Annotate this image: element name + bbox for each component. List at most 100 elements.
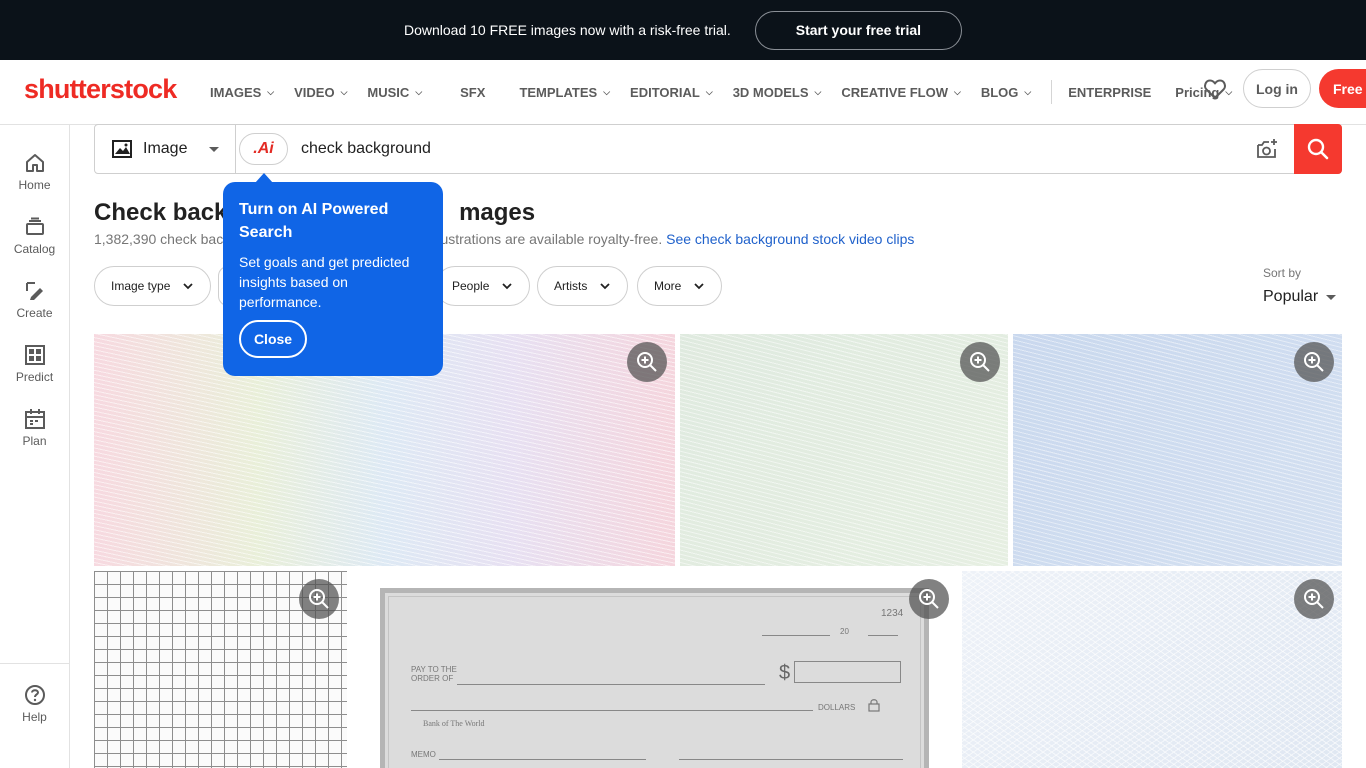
check-amount-box (794, 661, 901, 683)
left-sidebar: Home Catalog Create Predict Plan Help (0, 125, 70, 768)
video-clips-link[interactable]: See check background stock video clips (666, 231, 914, 247)
sidebar-item-predict[interactable]: Predict (0, 344, 69, 400)
sidebar-item-help[interactable]: Help (0, 663, 69, 768)
search-type-label: Image (143, 140, 188, 157)
search-bar: Image .Ai (94, 124, 1342, 174)
nav-enterprise[interactable]: ENTERPRISE (1068, 85, 1151, 100)
main-nav: IMAGES ⌵ VIDEO ⌵ MUSIC ⌵ SFX TEMPLATES ⌵ EDI… (210, 60, 1252, 124)
result-image-blank-check[interactable]: 1234 20 PAY TO THE ORDER OF $ DOLLARS Ba… (352, 571, 957, 768)
check-dollars-label: DOLLARS (818, 703, 856, 712)
nav-editorial[interactable]: EDITORIAL ⌵ (630, 85, 713, 100)
sidebar-item-home[interactable]: Home (0, 152, 69, 208)
search-button[interactable] (1294, 124, 1342, 174)
nav-divider (1051, 80, 1053, 104)
nav-label: IMAGES (210, 84, 262, 100)
check-pay-to-label: PAY TO THE (411, 665, 457, 674)
home-icon (25, 154, 44, 172)
tooltip-body: Set goals and get predicted insights bas… (239, 254, 410, 310)
check-dollar-sign: $ (779, 662, 791, 684)
sort-value: Popular (1263, 288, 1319, 305)
tooltip-close-button[interactable]: Close (239, 320, 307, 358)
filter-label: More (654, 279, 682, 293)
check-payee-line (457, 684, 765, 685)
lock-icon (868, 699, 880, 712)
promo-text: Download 10 FREE images now with a risk-… (403, 22, 731, 38)
camera-search-icon[interactable] (1255, 137, 1279, 161)
filter-label: People (452, 279, 490, 293)
chevron-down-icon: ⌵ (267, 86, 275, 97)
filter-people[interactable]: People (435, 266, 531, 306)
start-free-trial-button[interactable]: Start your free trial (754, 10, 963, 50)
result-image-blue-guilloche[interactable] (1013, 334, 1342, 566)
filter-image-type[interactable]: Image type (94, 266, 212, 306)
nav-label: CREATIVE FLOW (841, 84, 948, 100)
check-amount-words-line (411, 710, 813, 711)
sidebar-item-catalog[interactable]: Catalog (0, 216, 69, 272)
result-image-grid-paper[interactable] (94, 571, 347, 768)
ai-search-toggle[interactable]: .Ai (239, 133, 288, 165)
filter-label: Image type (111, 279, 171, 293)
zoom-button[interactable] (909, 579, 949, 619)
chevron-down-icon: ⌵ (340, 86, 348, 97)
chevron-down-icon: ⌵ (954, 86, 961, 97)
nav-label: SFX (460, 84, 486, 100)
nav-label: MUSIC (367, 84, 410, 100)
zoom-button[interactable] (299, 579, 339, 619)
free-trial-button[interactable]: Free t (1319, 69, 1366, 108)
help-label: Help (22, 710, 47, 724)
filter-more[interactable]: More (637, 266, 723, 306)
zoom-button[interactable] (960, 342, 1000, 382)
sidebar-item-plan[interactable]: Plan (0, 408, 69, 464)
sort-by-label: Sort by (1263, 266, 1302, 280)
nav-sfx[interactable]: SFX (460, 85, 485, 100)
nav-images[interactable]: IMAGES ⌵ (210, 85, 274, 100)
search-input[interactable] (301, 135, 1231, 163)
chevron-down-icon (209, 147, 219, 152)
tooltip-title: Turn on AI Powered Search (239, 201, 389, 241)
nav-label: TEMPLATES (519, 84, 598, 100)
zoom-in-icon (1304, 352, 1324, 372)
zoom-button[interactable] (1294, 342, 1334, 382)
result-image-green-guilloche[interactable] (680, 334, 1008, 566)
nav-blog[interactable]: BLOG ⌵ (981, 85, 1031, 100)
nav-templates[interactable]: TEMPLATES ⌵ (519, 85, 610, 100)
chevron-down-icon: ⌵ (705, 86, 713, 97)
zoom-button[interactable] (1294, 579, 1334, 619)
nav-label: EDITORIAL (630, 84, 700, 100)
zoom-in-icon (919, 589, 939, 609)
title-start: Check backg (94, 199, 243, 226)
nav-label: ENTERPRISE (1068, 84, 1152, 100)
login-button[interactable]: Log in (1243, 69, 1311, 108)
check-illustration: 1234 20 PAY TO THE ORDER OF $ DOLLARS Ba… (380, 588, 929, 768)
check-memo-line (439, 759, 646, 760)
check-date-line (868, 635, 898, 636)
plan-icon (24, 409, 45, 429)
favorites-heart-icon[interactable] (1203, 78, 1227, 100)
sidebar-item-create[interactable]: Create (0, 280, 69, 336)
zoom-button[interactable] (627, 342, 667, 382)
image-type-dropdown[interactable]: Image (95, 125, 236, 173)
nav-video[interactable]: VIDEO ⌵ (294, 85, 347, 100)
sidebar-item-label: Catalog (13, 242, 56, 256)
chevron-down-icon: ⌵ (1024, 86, 1032, 97)
nav-music[interactable]: MUSIC ⌵ (367, 85, 422, 100)
image-icon (112, 140, 132, 158)
nav-creative-flow[interactable]: CREATIVE FLOW ⌵ (841, 85, 960, 100)
filter-artists[interactable]: Artists (537, 266, 629, 306)
nav-label: VIDEO (294, 84, 335, 100)
zoom-in-icon (1304, 589, 1324, 609)
check-date-suffix: 20 (840, 627, 849, 636)
shutterstock-logo[interactable]: shutterstock (24, 74, 177, 105)
results-subtitle: 1,382,390 check bac llustrations are avai… (94, 231, 914, 247)
help-icon (24, 685, 45, 705)
result-image-light-blue-pattern[interactable] (962, 571, 1342, 768)
check-bank-name: Bank of The World (423, 719, 485, 728)
sidebar-item-label: Home (18, 178, 51, 192)
sort-dropdown[interactable]: Popular (1263, 288, 1337, 306)
chevron-down-icon (694, 283, 704, 290)
nav-3d-models[interactable]: 3D MODELS ⌵ (733, 85, 822, 100)
chevron-down-icon (183, 283, 194, 290)
subtitle-text: llustrations are available royalty-free. (434, 231, 663, 247)
result-count: 1,382,390 check bac (94, 231, 224, 247)
check-number: 1234 (881, 608, 904, 619)
